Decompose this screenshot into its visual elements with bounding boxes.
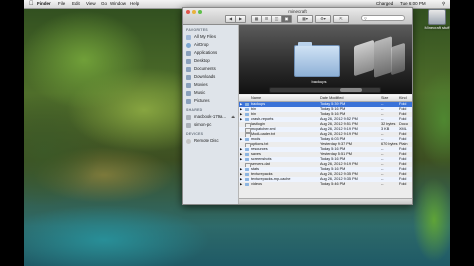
- computer-icon: [186, 114, 191, 120]
- movies-icon: [186, 82, 191, 88]
- folder-icon[interactable]: [354, 39, 374, 77]
- folder-icon: [245, 117, 249, 122]
- status-bar: [239, 198, 412, 204]
- sidebar-item-all-my-files[interactable]: All My Files: [183, 33, 238, 41]
- sidebar-item-movies[interactable]: Movies: [183, 81, 238, 89]
- disc-icon: [186, 138, 191, 144]
- search-icon: ⚲: [364, 16, 367, 21]
- cover-flow-caption: backups: [311, 79, 327, 84]
- column-header-name[interactable]: Name: [251, 95, 261, 101]
- folder-icon: [245, 102, 249, 107]
- pc-icon: [186, 122, 191, 128]
- folder-icon: [245, 112, 249, 117]
- sidebar: FAVORITES All My Files AirDrop Applicati…: [183, 25, 239, 204]
- menu-go[interactable]: Go: [101, 0, 107, 8]
- downloads-icon: [186, 74, 191, 80]
- eject-icon[interactable]: ⏏: [231, 113, 235, 121]
- documents-icon: [186, 66, 191, 72]
- sidebar-favorites-heading: FAVORITES: [186, 28, 208, 32]
- apple-menu-icon[interactable]: : [29, 0, 34, 8]
- desktop-icon-label: Minecraft stuff: [424, 25, 450, 30]
- finder-window: minecraft ◀ ▶ ▦ ☰ ◫ ▣ ▦▾ ⚙▾ ⇱ ⚲ FAVORITE…: [182, 7, 413, 205]
- search-field[interactable]: ⚲: [361, 15, 405, 21]
- menu-file[interactable]: File: [58, 0, 65, 8]
- list-item[interactable]: ▶ videos Today 5:46 PM -- Fold: [239, 182, 412, 187]
- list-header: Name Date Modified Size Kind: [239, 95, 412, 102]
- desktop-icon: [186, 58, 191, 64]
- folder-icon: [245, 177, 249, 182]
- folder-icon: [245, 137, 249, 142]
- column-header-kind[interactable]: Kind: [399, 95, 407, 101]
- action-button[interactable]: ⚙▾: [315, 15, 331, 23]
- menu-view[interactable]: View: [86, 0, 96, 8]
- hard-drive-icon: [428, 9, 446, 25]
- folder-icon[interactable]: [374, 36, 392, 78]
- all-files-icon: [186, 34, 191, 40]
- disclosure-triangle-icon[interactable]: ▶: [240, 182, 242, 187]
- desktop-drive-icon[interactable]: Minecraft stuff: [424, 9, 450, 30]
- airdrop-icon: [186, 42, 191, 48]
- sidebar-devices-heading: DEVICES: [186, 132, 204, 136]
- sidebar-item-macbook[interactable]: macbook-179a... ⏏: [183, 113, 238, 121]
- sidebar-item-remote-disc[interactable]: Remote Disc: [183, 137, 238, 145]
- spotlight-icon[interactable]: ⚲: [442, 0, 445, 8]
- arrange-button[interactable]: ▦▾: [297, 15, 313, 23]
- folder-icon: [245, 147, 249, 152]
- sidebar-item-desktop[interactable]: Desktop: [183, 57, 238, 65]
- folder-icon: [245, 167, 249, 172]
- sidebar-item-downloads[interactable]: Downloads: [183, 73, 238, 81]
- music-icon: [186, 90, 191, 96]
- file-list: ▶ backups Today 5:39 PM -- Fold ▶ bin Today 5:…: [239, 102, 412, 187]
- forward-button[interactable]: ▶: [235, 15, 246, 23]
- folder-icon: [245, 157, 249, 162]
- applications-icon: [186, 50, 191, 56]
- share-button[interactable]: ⇱: [333, 15, 349, 23]
- cover-flow-area[interactable]: backups: [239, 25, 412, 94]
- column-header-date[interactable]: Date Modified: [320, 95, 343, 101]
- folder-icon: [245, 152, 249, 157]
- folder-icon: [245, 182, 249, 187]
- column-header-size[interactable]: Size: [381, 95, 388, 101]
- menu-app-name[interactable]: Finder: [37, 0, 51, 8]
- folder-icon: [245, 107, 249, 112]
- sidebar-item-documents[interactable]: Documents: [183, 65, 238, 73]
- window-title: minecraft: [288, 9, 307, 14]
- menu-help[interactable]: Help: [130, 0, 139, 8]
- folder-icon[interactable]: [294, 42, 340, 77]
- sidebar-item-music[interactable]: Music: [183, 89, 238, 97]
- sidebar-item-simon-pc[interactable]: simon-pc: [183, 121, 238, 129]
- coverflow-view-button[interactable]: ▣: [281, 15, 292, 23]
- menu-edit[interactable]: Edit: [72, 0, 80, 8]
- sidebar-item-airdrop[interactable]: AirDrop: [183, 41, 238, 49]
- scrollbar-thumb[interactable]: [340, 88, 362, 92]
- sidebar-item-pictures[interactable]: Pictures: [183, 97, 238, 105]
- folder-icon: [245, 172, 249, 177]
- window-titlebar[interactable]: minecraft ◀ ▶ ▦ ☰ ◫ ▣ ▦▾ ⚙▾ ⇱ ⚲: [183, 8, 412, 25]
- folder-icon[interactable]: [391, 42, 405, 76]
- cover-flow-scrollbar[interactable]: [269, 87, 381, 93]
- menu-window[interactable]: Window: [110, 0, 126, 8]
- sidebar-item-applications[interactable]: Applications: [183, 49, 238, 57]
- pictures-icon: [186, 98, 191, 104]
- sidebar-shared-heading: SHARED: [186, 108, 203, 112]
